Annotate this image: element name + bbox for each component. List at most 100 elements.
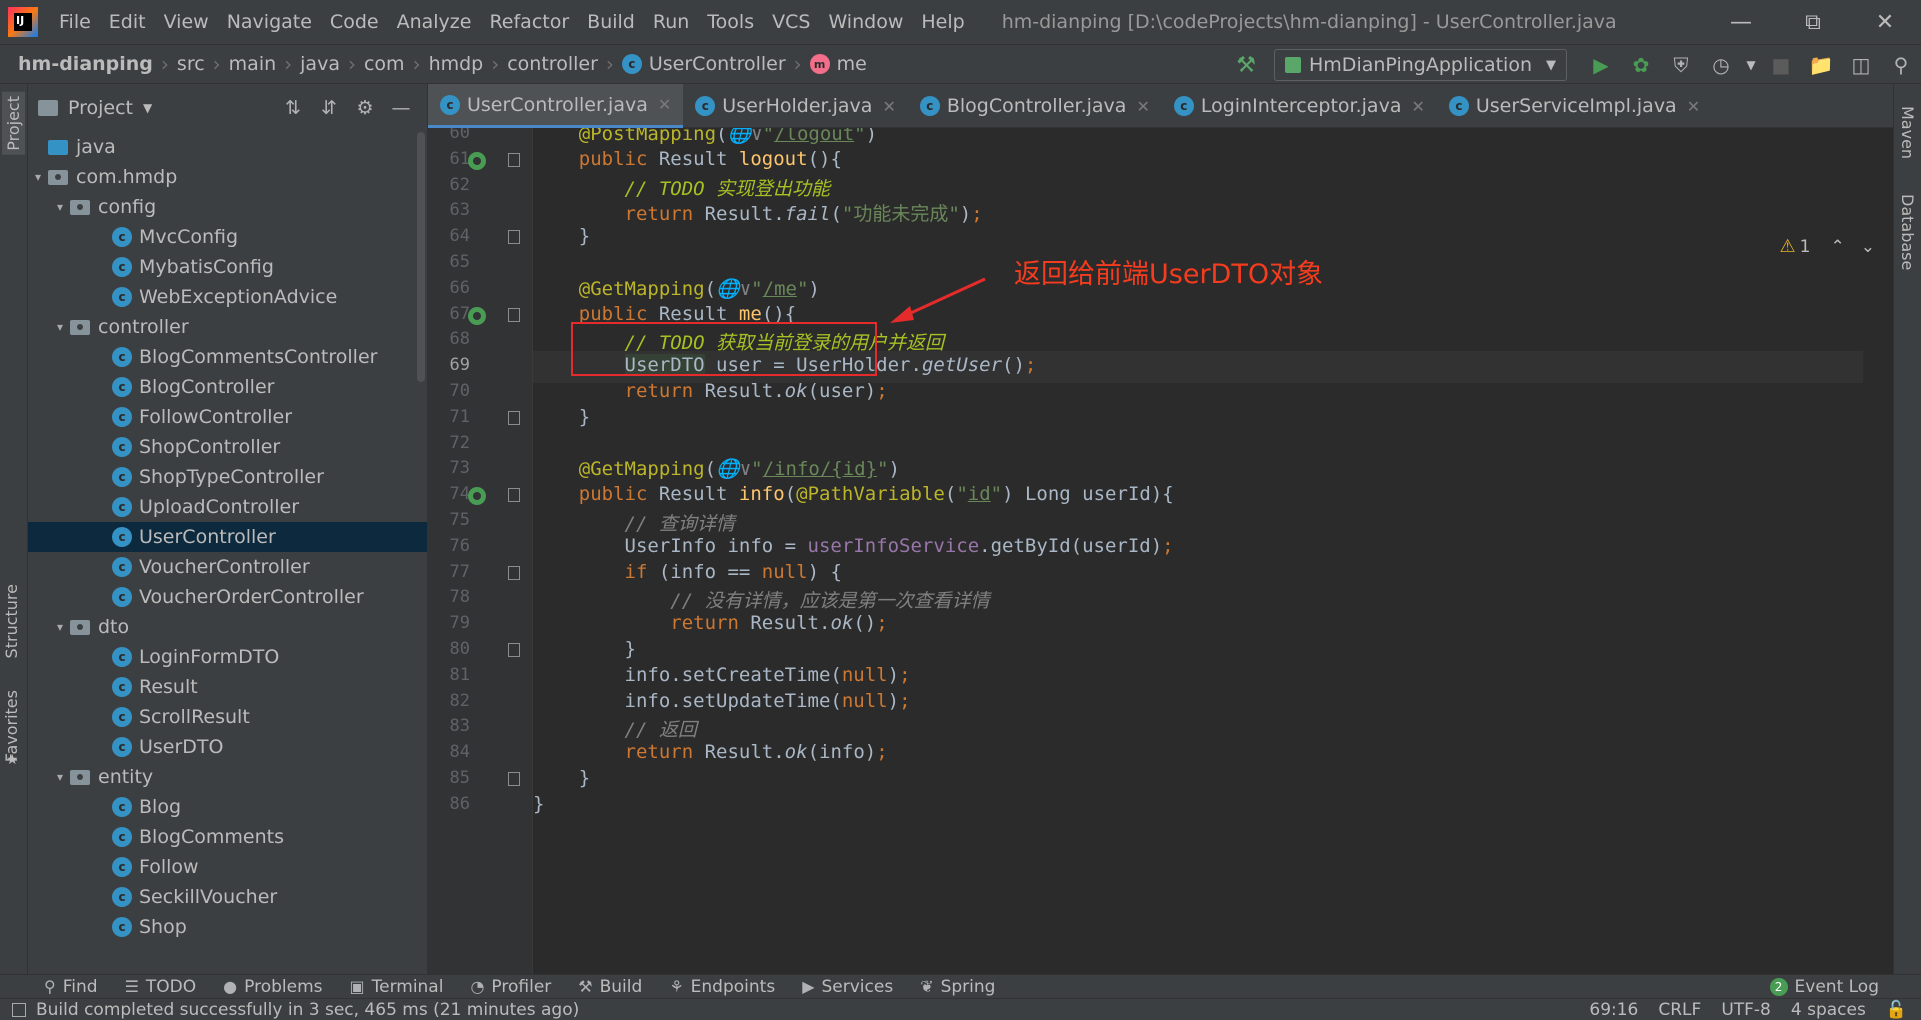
indent-setting[interactable]: 4 spaces — [1791, 1000, 1866, 1020]
menu-edit[interactable]: Edit — [100, 11, 155, 33]
run-icon[interactable]: ▶ — [1581, 49, 1621, 81]
tree-item[interactable]: c VoucherController — [28, 552, 427, 582]
stop-icon[interactable]: ■ — [1761, 49, 1801, 81]
gear-icon[interactable]: ⚙ — [347, 97, 383, 119]
tool-windows-toggle-icon[interactable] — [12, 1002, 26, 1017]
tree-item[interactable]: ▾ com.hmdp — [28, 162, 427, 192]
coverage-icon[interactable]: ⛨ — [1661, 49, 1701, 81]
close-icon[interactable]: ✕ — [1849, 0, 1921, 44]
tree-item[interactable]: c SeckillVoucher — [28, 882, 427, 912]
tool-window-endpoints[interactable]: ⚘ Endpoints — [669, 977, 775, 997]
profile-icon[interactable]: ◷ — [1701, 49, 1741, 81]
fold-icon[interactable] — [508, 230, 520, 245]
editor-tab[interactable]: c UserHolder.java ✕ — [683, 84, 908, 128]
tree-item[interactable]: c UserController — [28, 522, 427, 552]
code-line[interactable]: return Result.fail("功能未完成"); — [533, 199, 983, 229]
close-tab-icon[interactable]: ✕ — [882, 97, 895, 116]
line-separator[interactable]: CRLF — [1658, 1000, 1701, 1020]
inspection-widget[interactable]: ⚠ 1 ⌃ ⌄ — [1780, 236, 1875, 257]
expand-arrow-icon[interactable]: ▾ — [50, 200, 70, 214]
tool-window-build[interactable]: ⚒ Build — [578, 977, 642, 997]
hide-icon[interactable]: — — [383, 97, 419, 119]
breadcrumb-item[interactable]: hm-dianping — [18, 53, 153, 75]
run-gutter-icon[interactable] — [468, 487, 486, 506]
event-log-button[interactable]: 2 Event Log — [1769, 975, 1879, 999]
close-tab-icon[interactable]: ✕ — [1136, 97, 1149, 116]
tree-item[interactable]: ▾ entity — [28, 762, 427, 792]
menu-code[interactable]: Code — [321, 11, 388, 33]
run-configuration-select[interactable]: HmDianPingApplication ▼ — [1274, 49, 1567, 81]
close-tab-icon[interactable]: ✕ — [658, 95, 671, 114]
tree-item[interactable]: c Blog — [28, 792, 427, 822]
tree-item[interactable]: c FollowController — [28, 402, 427, 432]
tree-item[interactable]: c VoucherOrderController — [28, 582, 427, 612]
tree-item[interactable]: c UserDTO — [28, 732, 427, 762]
menu-file[interactable]: File — [50, 11, 100, 33]
tree-item[interactable]: ▾ dto — [28, 612, 427, 642]
presentation-icon[interactable]: ◫ — [1841, 49, 1881, 81]
prev-highlight-icon[interactable]: ⌃ — [1831, 237, 1845, 257]
editor-tab[interactable]: c UserServiceImpl.java ✕ — [1437, 84, 1712, 128]
expand-arrow-icon[interactable]: ▾ — [50, 770, 70, 784]
menu-build[interactable]: Build — [578, 11, 644, 33]
project-structure-icon[interactable]: 📁 — [1801, 49, 1841, 81]
tree-item[interactable]: c Follow — [28, 852, 427, 882]
tool-window-spring[interactable]: ❦ Spring — [920, 977, 995, 997]
code-line[interactable]: } — [533, 406, 590, 436]
file-encoding[interactable]: UTF-8 — [1721, 1000, 1771, 1020]
editor-tab[interactable]: c UserController.java ✕ — [428, 84, 684, 128]
tool-window-problems[interactable]: ● Problems — [223, 977, 322, 997]
menu-view[interactable]: View — [155, 11, 218, 33]
menu-refactor[interactable]: Refactor — [480, 11, 578, 33]
chevron-down-icon[interactable]: ▼ — [143, 101, 152, 115]
breadcrumb-item[interactable]: controller — [507, 53, 598, 75]
breadcrumb-item[interactable]: src — [177, 53, 205, 75]
code-line[interactable]: } — [533, 793, 544, 823]
tree-item[interactable]: c BlogComments — [28, 822, 427, 852]
expand-arrow-icon[interactable]: ▾ — [50, 620, 70, 634]
tree-item[interactable]: c BlogCommentsController — [28, 342, 427, 372]
tree-item[interactable]: c WebExceptionAdvice — [28, 282, 427, 312]
tree-item[interactable]: c BlogController — [28, 372, 427, 402]
code-line[interactable]: } — [533, 225, 590, 255]
breadcrumb-item[interactable]: java — [300, 53, 340, 75]
project-view-title[interactable]: Project — [68, 97, 133, 119]
expand-all-icon[interactable]: ⇅ — [275, 97, 311, 119]
debug-icon[interactable]: ✿ — [1621, 49, 1661, 81]
lock-icon[interactable]: 🔓 — [1886, 1000, 1907, 1020]
tool-window-services[interactable]: ▶ Services — [802, 977, 893, 997]
breadcrumb-item[interactable]: com — [364, 53, 405, 75]
collapse-all-icon[interactable]: ⇵ — [311, 97, 347, 119]
caret-position[interactable]: 69:16 — [1589, 1000, 1638, 1020]
tree-item[interactable]: c MybatisConfig — [28, 252, 427, 282]
fold-icon[interactable] — [508, 488, 520, 503]
fold-icon[interactable] — [508, 152, 520, 167]
minimize-icon[interactable]: — — [1705, 0, 1777, 44]
tree-item[interactable]: c ShopTypeController — [28, 462, 427, 492]
editor-tab[interactable]: c BlogController.java ✕ — [908, 84, 1162, 128]
menu-vcs[interactable]: VCS — [763, 11, 819, 33]
tree-item[interactable]: c MvcConfig — [28, 222, 427, 252]
menu-run[interactable]: Run — [644, 11, 698, 33]
build-hammer-icon[interactable]: ⚒ — [1236, 53, 1256, 78]
menu-navigate[interactable]: Navigate — [218, 11, 321, 33]
more-run-chevron-icon[interactable]: ▼ — [1741, 49, 1761, 81]
close-tab-icon[interactable]: ✕ — [1411, 97, 1424, 116]
breadcrumb-item[interactable]: c UserController — [621, 53, 786, 75]
tool-window-profiler[interactable]: ◔ Profiler — [470, 977, 551, 997]
menu-analyze[interactable]: Analyze — [388, 11, 481, 33]
fold-icon[interactable] — [508, 643, 520, 657]
breadcrumb-item[interactable]: m me — [809, 53, 867, 75]
tree-item[interactable]: c LoginFormDTO — [28, 642, 427, 672]
tool-window-todo[interactable]: ☰ TODO — [125, 977, 197, 997]
tree-item[interactable]: c UploadController — [28, 492, 427, 522]
tree-item[interactable]: c Result — [28, 672, 427, 702]
fold-icon[interactable] — [508, 772, 520, 786]
run-gutter-icon[interactable] — [468, 306, 486, 325]
expand-arrow-icon[interactable]: ▾ — [50, 320, 70, 334]
fold-icon[interactable] — [508, 565, 520, 580]
menu-window[interactable]: Window — [819, 11, 912, 33]
fold-icon[interactable] — [508, 410, 520, 425]
tree-item[interactable]: ▾ controller — [28, 312, 427, 342]
project-tool-tab[interactable]: Project — [2, 92, 25, 155]
